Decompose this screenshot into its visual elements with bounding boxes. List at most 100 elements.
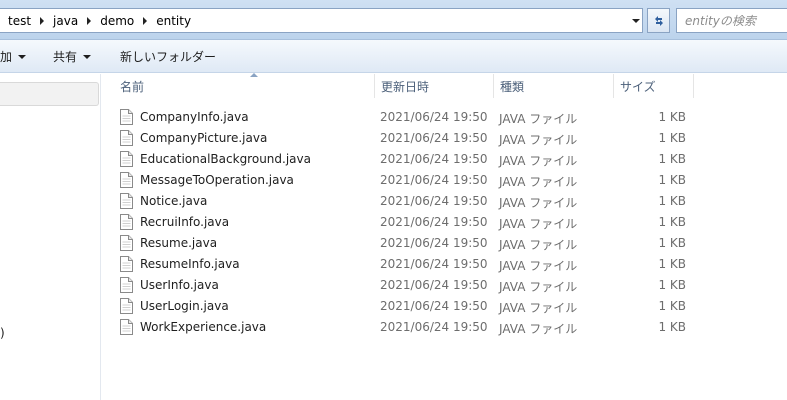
column-header-type-label: 種類 — [500, 79, 525, 94]
column-header-date-label: 更新日時 — [381, 79, 430, 94]
file-modified-date: 2021/06/24 19:50 — [380, 299, 488, 313]
file-row[interactable]: MessageToOperation.java 2021/06/24 19:50 J… — [102, 170, 787, 191]
column-header-date[interactable]: 更新日時 — [375, 74, 494, 98]
file-type: JAVA ファイル — [499, 280, 578, 294]
file-modified-date: 2021/06/24 19:50 — [380, 320, 488, 334]
java-file-icon — [120, 193, 133, 209]
address-history-dropdown[interactable] — [628, 8, 643, 33]
java-file-icon — [120, 130, 133, 146]
share-button[interactable]: 共有 — [53, 40, 92, 73]
organize-label: 加 — [0, 50, 13, 64]
breadcrumb-chevron-icon[interactable] — [40, 16, 45, 25]
command-bar: 加 共有 新しいフォルダー — [0, 40, 787, 73]
file-type: JAVA ファイル — [499, 238, 578, 252]
java-file-icon — [120, 235, 133, 251]
share-label: 共有 — [53, 50, 78, 64]
new-folder-label: 新しいフォルダー — [120, 50, 217, 64]
file-modified-date: 2021/06/24 19:50 — [380, 131, 488, 145]
java-file-icon — [120, 214, 133, 230]
breadcrumb-item-demo[interactable]: demo — [100, 14, 134, 28]
breadcrumb-item-entity[interactable]: entity — [156, 14, 191, 28]
java-file-icon — [120, 151, 133, 167]
nav-selected-item[interactable] — [0, 82, 99, 106]
breadcrumb[interactable]: test java demo entity — [0, 8, 643, 33]
file-type: JAVA ファイル — [499, 175, 578, 189]
file-name: EducationalBackground.java — [140, 152, 311, 166]
file-size: 1 KB — [658, 215, 686, 229]
breadcrumb-item-java[interactable]: java — [53, 14, 78, 28]
file-row[interactable]: UserLogin.java 2021/06/24 19:50 JAVA ファイル 1… — [102, 296, 787, 317]
file-row[interactable]: Resume.java 2021/06/24 19:50 JAVA ファイル 1 KB — [102, 233, 787, 254]
refresh-button[interactable] — [647, 8, 670, 33]
file-size: 1 KB — [658, 299, 686, 313]
file-name: UserInfo.java — [140, 278, 219, 292]
file-type: JAVA ファイル — [499, 259, 578, 273]
navigation-pane[interactable]: ) — [0, 74, 101, 400]
file-type: JAVA ファイル — [499, 112, 578, 126]
file-row[interactable]: WorkExperience.java 2021/06/24 19:50 JAVA … — [102, 317, 787, 338]
file-name: MessageToOperation.java — [140, 173, 294, 187]
java-file-icon — [120, 172, 133, 188]
breadcrumb-chevron-icon[interactable] — [143, 16, 148, 25]
file-type: JAVA ファイル — [499, 196, 578, 210]
chevron-down-icon — [18, 54, 27, 59]
file-modified-date: 2021/06/24 19:50 — [380, 110, 488, 124]
java-file-icon — [120, 109, 133, 125]
file-size: 1 KB — [658, 257, 686, 271]
file-row[interactable]: CompanyInfo.java 2021/06/24 19:50 JAVA ファイ… — [102, 107, 787, 128]
refresh-icon — [654, 15, 663, 26]
file-size: 1 KB — [658, 194, 686, 208]
nav-item-fragment[interactable]: ) — [0, 326, 5, 340]
file-name: ResumeInfo.java — [140, 257, 240, 271]
organize-button[interactable]: 加 — [0, 40, 27, 73]
column-header-type[interactable]: 種類 — [494, 74, 614, 98]
file-type: JAVA ファイル — [499, 217, 578, 231]
file-modified-date: 2021/06/24 19:50 — [380, 173, 488, 187]
file-size: 1 KB — [658, 236, 686, 250]
java-file-icon — [120, 319, 133, 335]
file-modified-date: 2021/06/24 19:50 — [380, 215, 488, 229]
sort-ascending-icon — [250, 73, 258, 77]
file-name: Resume.java — [140, 236, 218, 250]
file-size: 1 KB — [658, 278, 686, 292]
chevron-down-icon — [631, 18, 640, 23]
file-type: JAVA ファイル — [499, 322, 578, 336]
file-type: JAVA ファイル — [499, 154, 578, 168]
column-header-name-label: 名前 — [120, 79, 145, 94]
java-file-icon — [120, 298, 133, 314]
file-modified-date: 2021/06/24 19:50 — [380, 257, 488, 271]
address-region: test java demo entity — [0, 0, 787, 40]
file-modified-date: 2021/06/24 19:50 — [380, 152, 488, 166]
breadcrumb-item-test[interactable]: test — [8, 14, 31, 28]
file-modified-date: 2021/06/24 19:50 — [380, 194, 488, 208]
search-input[interactable] — [685, 13, 787, 28]
file-name: Notice.java — [140, 194, 208, 208]
file-name: WorkExperience.java — [140, 320, 267, 334]
file-name: CompanyPicture.java — [140, 131, 268, 145]
file-row[interactable]: ResumeInfo.java 2021/06/24 19:50 JAVA ファイル… — [102, 254, 787, 275]
file-size: 1 KB — [658, 152, 686, 166]
file-name: RecruiInfo.java — [140, 215, 230, 229]
new-folder-button[interactable]: 新しいフォルダー — [120, 40, 216, 73]
breadcrumb-chevron-icon[interactable] — [87, 16, 92, 25]
column-header-size-label: サイズ — [620, 79, 656, 94]
chevron-down-icon — [83, 54, 92, 59]
column-header-size[interactable]: サイズ — [614, 74, 694, 98]
file-row[interactable]: EducationalBackground.java 2021/06/24 19:… — [102, 149, 787, 170]
file-name: UserLogin.java — [140, 299, 229, 313]
file-row[interactable]: RecruiInfo.java 2021/06/24 19:50 JAVA ファイル… — [102, 212, 787, 233]
file-row[interactable]: UserInfo.java 2021/06/24 19:50 JAVA ファイル 1 … — [102, 275, 787, 296]
file-size: 1 KB — [658, 320, 686, 334]
file-type: JAVA ファイル — [499, 301, 578, 315]
file-name: CompanyInfo.java — [140, 110, 249, 124]
file-row[interactable]: Notice.java 2021/06/24 19:50 JAVA ファイル 1 KB — [102, 191, 787, 212]
file-row[interactable]: CompanyPicture.java 2021/06/24 19:50 JAVA … — [102, 128, 787, 149]
search-field[interactable] — [676, 8, 787, 33]
file-modified-date: 2021/06/24 19:50 — [380, 278, 488, 292]
java-file-icon — [120, 256, 133, 272]
file-list[interactable]: 名前 更新日時 種類 サイズ CompanyInfo.java 2021/06/2… — [102, 73, 787, 400]
file-size: 1 KB — [658, 131, 686, 145]
file-size: 1 KB — [658, 110, 686, 124]
column-header-name[interactable]: 名前 — [114, 73, 375, 98]
file-size: 1 KB — [658, 173, 686, 187]
